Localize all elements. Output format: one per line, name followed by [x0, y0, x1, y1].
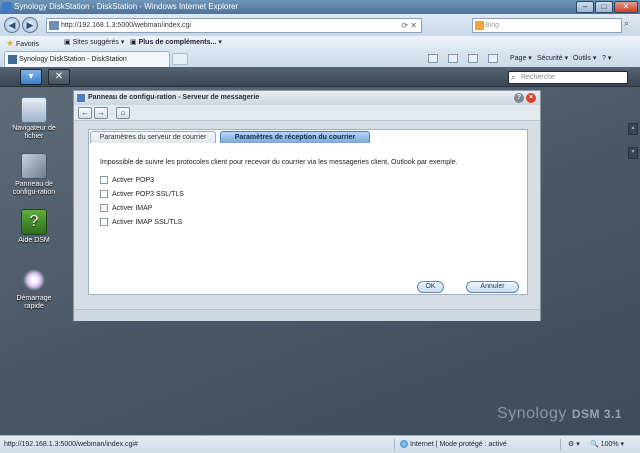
- desktop-icon-control-panel[interactable]: Panneau de configu-ration: [8, 153, 60, 197]
- folder-search-icon: [21, 97, 47, 123]
- browser-search-input[interactable]: Bing: [472, 18, 622, 33]
- forward-button[interactable]: ▶: [22, 17, 38, 33]
- zoom-level[interactable]: 🔍 100% ▾: [590, 436, 624, 453]
- security-zone[interactable]: Internet | Mode protégé : activé: [400, 436, 507, 453]
- minimize-button[interactable]: –: [576, 1, 594, 13]
- dsm-tools-button[interactable]: ✕: [48, 69, 70, 85]
- window-nav-bar: ← → ⌂: [74, 105, 540, 121]
- address-bar-row: ◀ ▶ http://192.168.1.3:5000/webman/index…: [0, 14, 640, 36]
- print-icon[interactable]: [488, 54, 498, 63]
- nav-back-button[interactable]: ←: [78, 107, 92, 119]
- protocols-description: Impossible de suivre les protocoles clie…: [100, 159, 458, 166]
- pop3-ssl-checkbox[interactable]: [100, 190, 108, 198]
- option-pop3-ssl[interactable]: Activer POP3 SSL/TLS: [100, 187, 520, 201]
- window-footer: [74, 309, 540, 321]
- desktop-icon-dsm-help[interactable]: ? Aide DSM: [8, 209, 60, 245]
- imap-checkbox[interactable]: [100, 204, 108, 212]
- addons-link[interactable]: ▣ Plus de compléments... ▾: [130, 36, 222, 50]
- window-close-icon[interactable]: ×: [526, 93, 536, 103]
- dsm-menu-button[interactable]: ▾: [20, 69, 42, 85]
- status-url: http://192.168.1.3:5000/webman/index.cgi…: [4, 441, 138, 448]
- ie-icon: [2, 2, 12, 12]
- browser-title: Synology DiskStation - DiskStation - Win…: [14, 2, 239, 11]
- option-imap[interactable]: Activer IMAP: [100, 201, 520, 215]
- new-tab-button[interactable]: [172, 53, 188, 65]
- reception-settings-content: Impossible de suivre les protocoles clie…: [100, 159, 520, 229]
- pop3-checkbox[interactable]: [100, 176, 108, 184]
- search-icon[interactable]: ⌕: [624, 18, 636, 33]
- help-icon: ?: [21, 209, 47, 235]
- search-icon: ⌕: [511, 73, 516, 82]
- tools-menu[interactable]: Outils ▾: [573, 50, 596, 67]
- synology-brand: Synology DSM 3.1: [497, 405, 622, 422]
- browser-title-bar: Synology DiskStation - DiskStation - Win…: [0, 0, 640, 14]
- bing-icon: [475, 21, 484, 30]
- dsm-desktop: Navigateur de fichier Panneau de configu…: [0, 87, 640, 435]
- close-window-button[interactable]: ✕: [614, 1, 638, 13]
- help-menu[interactable]: ? ▾: [602, 50, 611, 67]
- tab-mail-reception-settings[interactable]: Paramètres de réception du courrier: [220, 131, 370, 143]
- page-menu[interactable]: Page ▾: [510, 50, 532, 67]
- browser-status-bar: http://192.168.1.3:5000/webman/index.cgi…: [0, 435, 640, 453]
- tools-icon: [21, 153, 47, 179]
- window-help-icon[interactable]: ?: [514, 93, 524, 103]
- dsm-taskbar: ▾ ✕ ⌕ Recherche: [0, 67, 640, 87]
- mail-server-window: Panneau de configu-ration - Serveur de m…: [73, 90, 541, 321]
- suggested-sites-link[interactable]: ▣ Sites suggérés ▾: [64, 36, 124, 50]
- desktop-scroll-down[interactable]: ▾: [628, 147, 638, 159]
- dsm-search-input[interactable]: ⌕ Recherche: [508, 71, 628, 84]
- security-menu[interactable]: Sécurité ▾: [537, 50, 568, 67]
- refresh-icon[interactable]: ⟳ ✕: [401, 19, 417, 32]
- mail-icon[interactable]: [468, 54, 478, 63]
- option-imap-ssl[interactable]: Activer IMAP SSL/TLS: [100, 215, 520, 229]
- site-icon: [49, 21, 59, 30]
- feeds-icon[interactable]: [448, 54, 458, 63]
- desktop-icon-file-browser[interactable]: Navigateur de fichier: [8, 97, 60, 141]
- synology-icon: [8, 55, 17, 64]
- browser-tab[interactable]: Synology DiskStation - DiskStation: [4, 51, 170, 67]
- window-title-bar[interactable]: Panneau de configu-ration - Serveur de m…: [74, 91, 540, 105]
- cancel-button[interactable]: Annuler: [466, 281, 519, 293]
- protected-mode-icon[interactable]: ⚙ ▾: [568, 436, 580, 453]
- option-pop3[interactable]: Activer POP3: [100, 173, 520, 187]
- star-icon: ★: [6, 38, 15, 48]
- ok-button[interactable]: OK: [417, 281, 444, 293]
- maximize-button[interactable]: □: [595, 1, 613, 13]
- nav-home-button[interactable]: ⌂: [116, 107, 130, 119]
- desktop-icon-quick-start[interactable]: Démarrage rapide: [8, 267, 60, 311]
- home-icon[interactable]: [428, 54, 438, 63]
- magic-wand-icon: [21, 267, 47, 293]
- imap-ssl-checkbox[interactable]: [100, 218, 108, 226]
- tab-row: Synology DiskStation - DiskStation Page …: [0, 50, 640, 67]
- back-button[interactable]: ◀: [4, 17, 20, 33]
- control-panel-icon: [77, 94, 85, 102]
- address-input[interactable]: http://192.168.1.3:5000/webman/index.cgi…: [46, 18, 422, 33]
- globe-icon: [400, 440, 408, 449]
- tab-mail-server-settings[interactable]: Paramètres du serveur de courrier: [90, 131, 216, 143]
- desktop-scroll-up[interactable]: ▴: [628, 123, 638, 135]
- favorites-bar: ★ Favoris ▣ Sites suggérés ▾ ▣ Plus de c…: [0, 36, 640, 50]
- nav-forward-button[interactable]: →: [94, 107, 108, 119]
